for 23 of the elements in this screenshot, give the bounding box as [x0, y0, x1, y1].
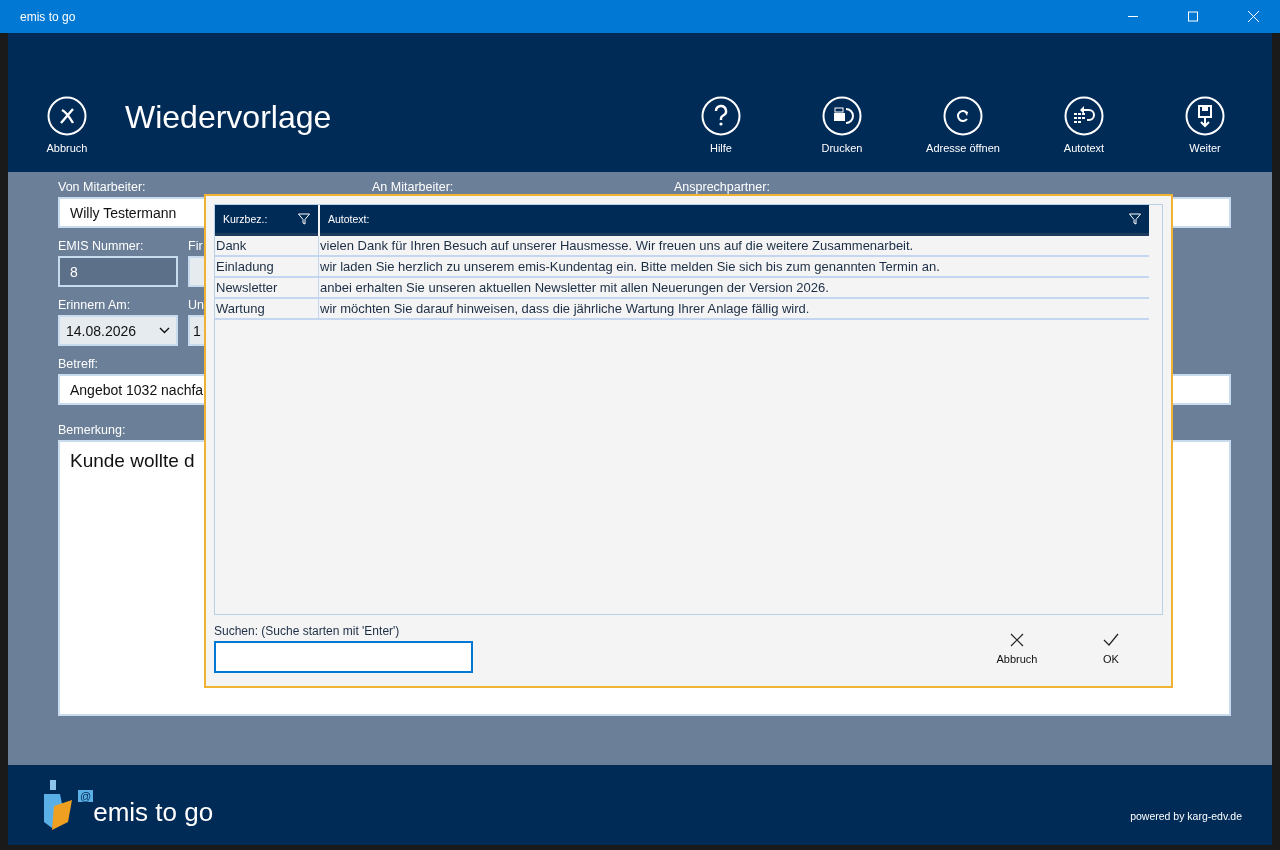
table-cell: Dank	[215, 236, 319, 255]
logo-mark: @	[78, 790, 94, 802]
field-label: Von Mitarbeiter:	[58, 180, 146, 194]
powered-by-text: powered by karg-edv.de	[1130, 810, 1242, 822]
app-name: emis to go	[93, 796, 215, 828]
table-cell: Einladung	[215, 257, 319, 276]
table-cell: Wartung	[215, 299, 319, 318]
field-label: Betreff:	[58, 357, 99, 371]
table-cell: Newsletter	[215, 278, 319, 297]
table-cell-text: wir möchten Sie darauf hinweisen, dass die jährliche Wartung Ihrer Anlage fällig wird.	[319, 300, 811, 318]
page-title: Wiedervorlage	[125, 99, 333, 136]
table-cell-text: wir laden Sie herzlich zu unserem emis-Kundentag ein. Bitte melden Sie sich bis zum genannten Termin an.	[319, 258, 941, 276]
field-label: Erinnern Am:	[58, 298, 131, 312]
search-label: Suchen: (Suche starten mit 'Enter')	[214, 624, 401, 638]
field-label: Un	[188, 298, 204, 312]
field-label: Ansprechpartner:	[674, 180, 770, 194]
field-label: Bemerkung:	[58, 423, 126, 437]
field-label: EMIS Nummer:	[58, 239, 144, 253]
table-cell-text: vielen Dank für Ihren Besuch auf unserer Hausmesse. Wir freuen uns auf die weitere Zusammenarbeit.	[319, 237, 915, 255]
field-label: An Mitarbeiter:	[372, 180, 454, 194]
table-cell-text: anbei erhalten Sie unseren aktuellen Newsletter mit allen Neuerungen der Version 2026.	[319, 279, 830, 297]
field-label: Fir	[188, 239, 203, 253]
window-title: emis to go	[20, 9, 77, 24]
